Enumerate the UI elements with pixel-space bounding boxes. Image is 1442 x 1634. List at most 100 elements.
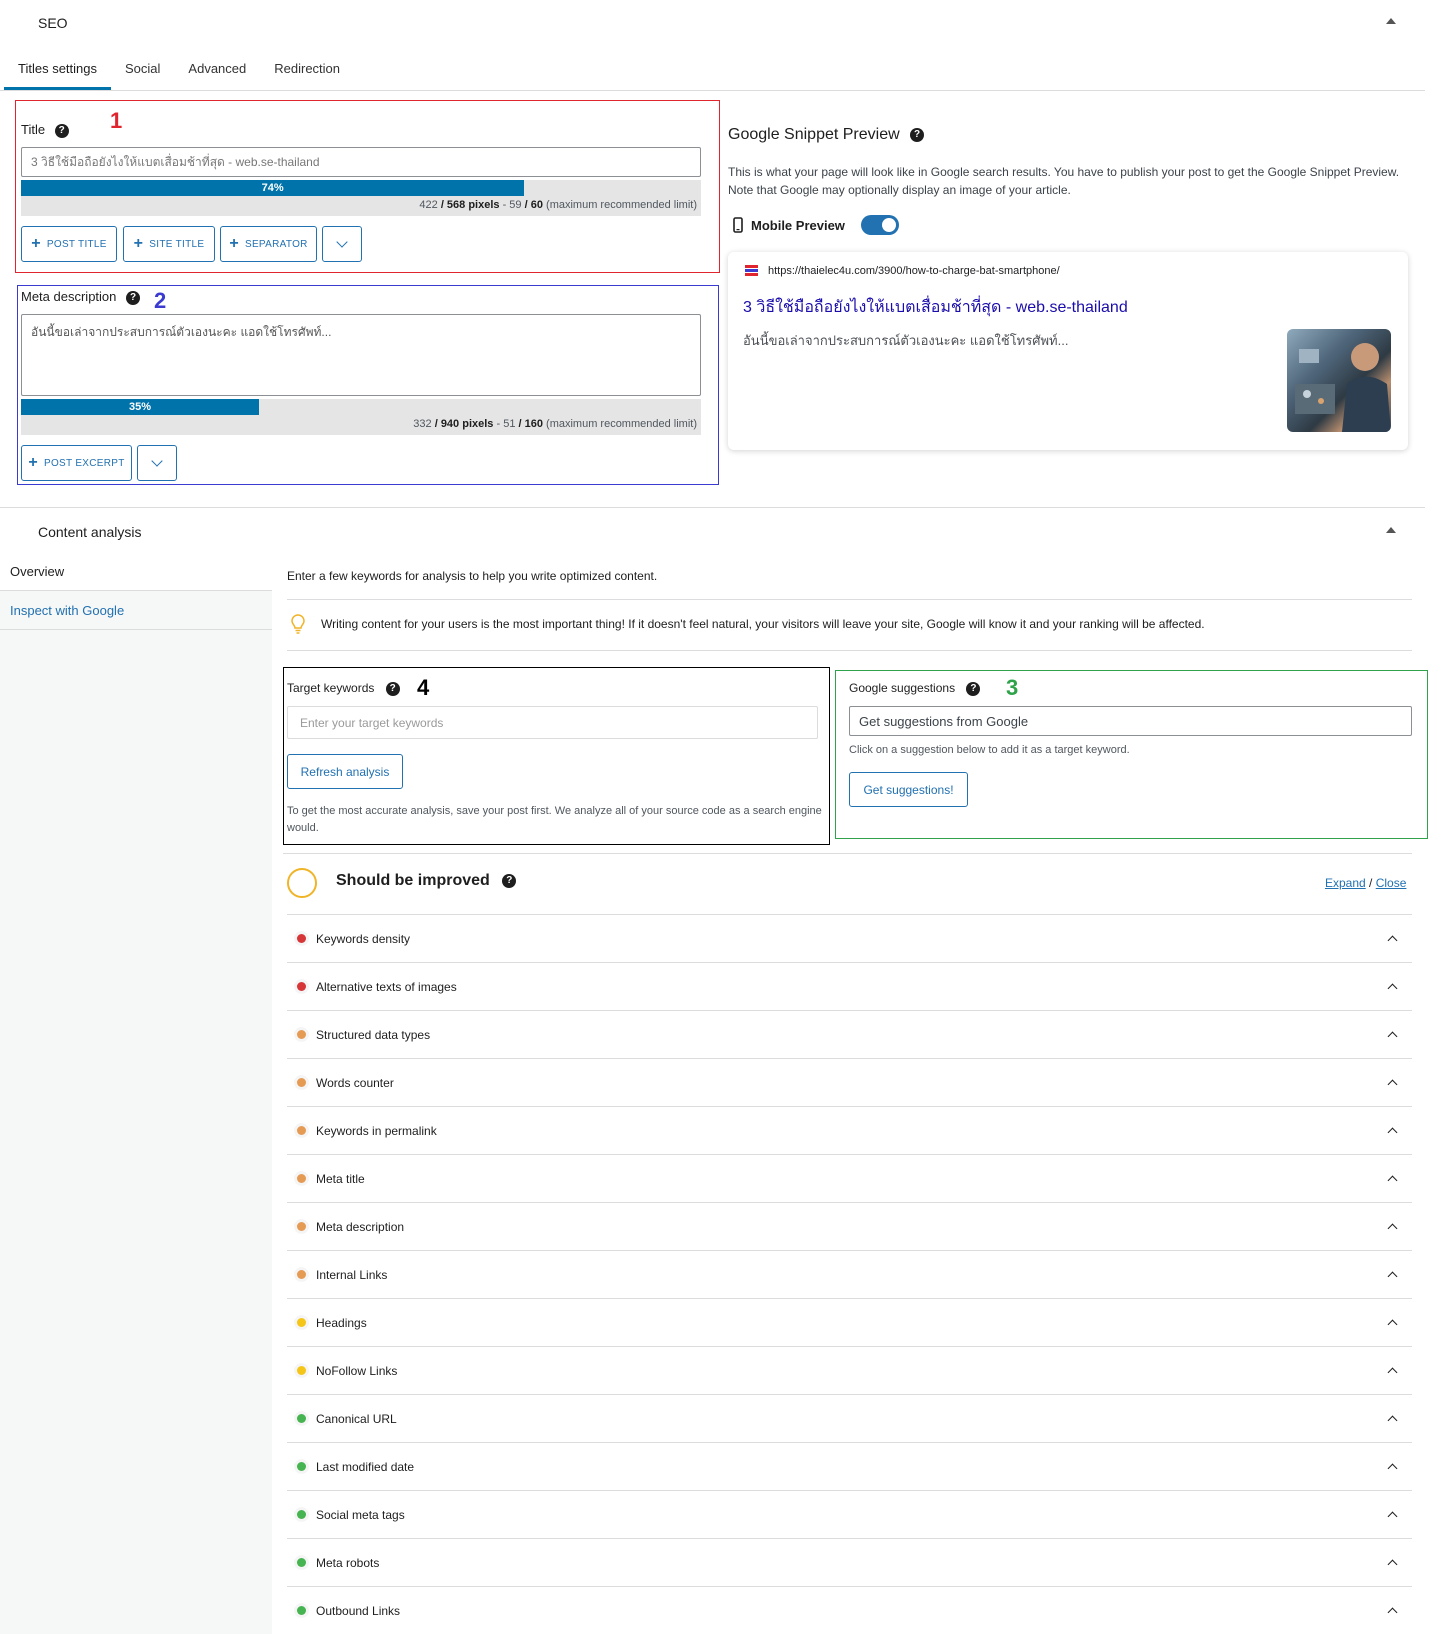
analysis-item[interactable]: Social meta tags: [287, 1491, 1412, 1539]
status-divider: [283, 853, 1412, 854]
analysis-item[interactable]: Last modified date: [287, 1443, 1412, 1491]
analysis-item[interactable]: Meta title: [287, 1155, 1412, 1203]
snippet-title[interactable]: 3 วิธีใช้มือถือยังไงให้แบตเสื่อมช้าที่สุ…: [743, 295, 1128, 320]
chevron-up-icon[interactable]: [1387, 983, 1398, 994]
content-analysis-collapse-icon[interactable]: [1386, 527, 1396, 533]
analysis-item[interactable]: Words counter: [287, 1059, 1412, 1107]
help-icon[interactable]: ?: [502, 873, 517, 888]
annotation-4: 4: [417, 675, 430, 700]
content-analysis-title: Content analysis: [38, 524, 142, 540]
analysis-item-label: Meta title: [316, 1171, 365, 1186]
analysis-item[interactable]: Structured data types: [287, 1011, 1412, 1059]
analysis-sidebar: [0, 552, 272, 1634]
sidebar-item-overview[interactable]: Overview: [0, 552, 272, 591]
chevron-up-icon[interactable]: [1387, 1175, 1398, 1186]
tip-row: Writing content for your users is the mo…: [291, 614, 1205, 634]
plus-icon: +: [28, 454, 38, 471]
meta-description-label: Meta description ?: [21, 289, 141, 305]
separator-button[interactable]: + SEPARATOR: [220, 226, 317, 262]
help-icon[interactable]: ?: [385, 681, 400, 696]
status-dot-icon: [297, 1270, 306, 1279]
analysis-item-label: Canonical URL: [316, 1411, 397, 1426]
analysis-item-label: NoFollow Links: [316, 1363, 398, 1378]
chevron-up-icon[interactable]: [1387, 1271, 1398, 1282]
meta-description-textarea[interactable]: อันนี้ขอเล่าจากประสบการณ์ตัวเองนะคะ แอดใ…: [21, 314, 701, 396]
analysis-item-label: Outbound Links: [316, 1603, 401, 1618]
google-suggestions-input[interactable]: Get suggestions from Google: [849, 706, 1412, 736]
refresh-analysis-button[interactable]: Refresh analysis: [287, 754, 403, 789]
section-divider: [0, 507, 1425, 508]
analysis-item[interactable]: Headings: [287, 1299, 1412, 1347]
chevron-up-icon[interactable]: [1387, 1463, 1398, 1474]
help-icon[interactable]: ?: [910, 127, 925, 142]
help-icon[interactable]: ?: [126, 290, 141, 305]
help-icon[interactable]: ?: [54, 123, 69, 138]
status-dot-icon: [297, 1462, 306, 1471]
chevron-up-icon[interactable]: [1387, 1031, 1398, 1042]
analysis-item-label: Social meta tags: [316, 1507, 405, 1522]
analysis-item-label: Keywords in permalink: [316, 1123, 437, 1138]
analysis-item-label: Keywords density: [316, 931, 411, 946]
seo-panel-title: SEO: [38, 15, 68, 31]
chevron-up-icon[interactable]: [1387, 1223, 1398, 1234]
meta-more-tags-button[interactable]: [137, 445, 177, 481]
target-keywords-note: To get the most accurate analysis, save …: [287, 805, 822, 834]
analysis-item[interactable]: Keywords density: [287, 915, 1412, 963]
chevron-up-icon[interactable]: [1387, 1367, 1398, 1378]
plus-icon: +: [31, 235, 41, 252]
expand-close-links: Expand / Close: [1325, 876, 1406, 890]
site-title-button[interactable]: + SITE TITLE: [123, 226, 215, 262]
status-dot-icon: [297, 1558, 306, 1567]
status-dot-icon: [297, 1174, 306, 1183]
title-input[interactable]: 3 วิธีใช้มือถือยังไงให้แบตเสื่อมช้าที่สุ…: [21, 147, 701, 177]
analysis-item[interactable]: Canonical URL: [287, 1395, 1412, 1443]
technician-photo-illustration: [1295, 343, 1391, 432]
analysis-item[interactable]: NoFollow Links: [287, 1347, 1412, 1395]
chevron-up-icon[interactable]: [1387, 1511, 1398, 1522]
post-excerpt-button[interactable]: + POST EXCERPT: [21, 445, 132, 481]
target-keywords-label: Target keywords ?: [287, 681, 400, 696]
target-keywords-placeholder: Enter your target keywords: [300, 715, 444, 730]
analysis-item-label: Alternative texts of images: [316, 979, 457, 994]
chevron-up-icon[interactable]: [1387, 1127, 1398, 1138]
tab-redirection[interactable]: Redirection: [260, 61, 354, 88]
analysis-item[interactable]: Meta description: [287, 1203, 1412, 1251]
snippet-url: https://thaielec4u.com/3900/how-to-charg…: [768, 265, 1060, 277]
chevron-up-icon[interactable]: [1387, 935, 1398, 946]
analysis-item[interactable]: Meta robots: [287, 1539, 1412, 1587]
google-suggestions-placeholder: Get suggestions from Google: [859, 713, 1029, 729]
mobile-preview-toggle[interactable]: [860, 215, 899, 235]
status-dot-icon: [297, 1222, 306, 1231]
analysis-item[interactable]: Internal Links: [287, 1251, 1412, 1299]
chevron-up-icon[interactable]: [1387, 1415, 1398, 1426]
chevron-up-icon[interactable]: [1387, 1607, 1398, 1618]
tab-social[interactable]: Social: [111, 61, 174, 88]
post-title-button[interactable]: + POST TITLE: [21, 226, 117, 262]
lightbulb-icon: [291, 614, 305, 634]
status-dot-icon: [297, 1126, 306, 1135]
mobile-preview-label: Mobile Preview: [751, 217, 845, 233]
close-link[interactable]: Close: [1376, 876, 1407, 890]
get-suggestions-button[interactable]: Get suggestions!: [849, 772, 968, 807]
tab-titles-settings[interactable]: Titles settings: [4, 61, 111, 90]
chevron-up-icon[interactable]: [1387, 1079, 1398, 1090]
expand-link[interactable]: Expand: [1325, 876, 1366, 890]
chevron-up-icon[interactable]: [1387, 1559, 1398, 1570]
meta-description-value: อันนี้ขอเล่าจากประสบการณ์ตัวเองนะคะ แอดใ…: [31, 325, 332, 339]
title-more-tags-button[interactable]: [322, 226, 362, 262]
sidebar-item-inspect-google[interactable]: Inspect with Google: [0, 591, 272, 630]
sidebar-item-label: Inspect with Google: [10, 602, 125, 618]
seo-collapse-icon[interactable]: [1386, 18, 1396, 24]
status-dot-icon: [297, 1030, 306, 1039]
help-icon[interactable]: ?: [966, 681, 981, 696]
target-keywords-input[interactable]: Enter your target keywords: [287, 706, 818, 739]
tab-advanced[interactable]: Advanced: [174, 61, 260, 88]
status-dot-icon: [297, 982, 306, 991]
chevron-down-icon: [336, 236, 348, 248]
intro-divider: [287, 599, 1412, 600]
analysis-item[interactable]: Alternative texts of images: [287, 963, 1412, 1011]
analysis-item[interactable]: Outbound Links: [287, 1587, 1412, 1634]
analysis-item[interactable]: Keywords in permalink: [287, 1107, 1412, 1155]
chevron-up-icon[interactable]: [1387, 1319, 1398, 1330]
snippet-description: This is what your page will look like in…: [728, 165, 1400, 197]
